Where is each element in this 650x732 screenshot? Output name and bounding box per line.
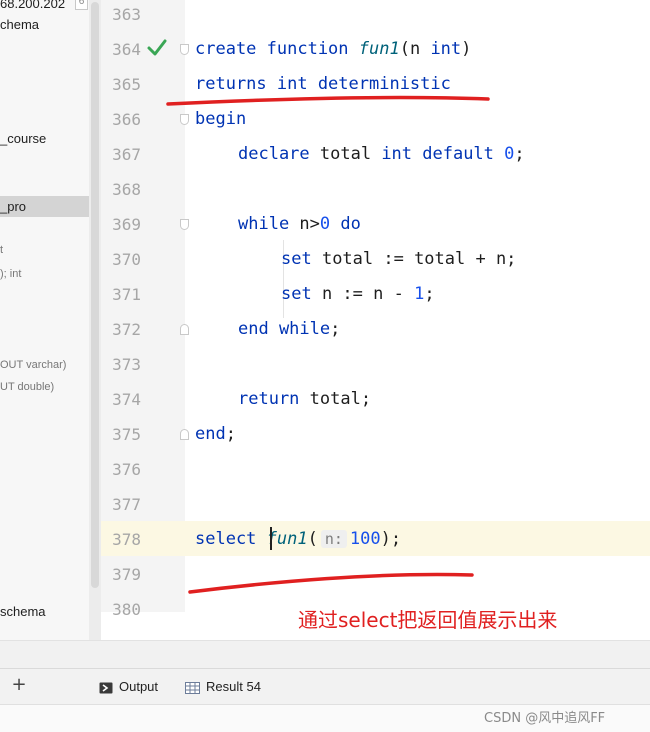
code-line-378[interactable]: select fun1(n: 100); xyxy=(195,522,401,557)
tab-output[interactable]: Output xyxy=(99,676,158,698)
tree-item-procedure-out-double[interactable]: UT double) xyxy=(0,378,89,396)
horizontal-scrollbar[interactable] xyxy=(0,640,650,669)
code-line-367[interactable]: declare total int default 0; xyxy=(238,137,525,172)
line-number: 374 xyxy=(112,390,141,409)
tree-item-host[interactable]: 68.200.202 6 xyxy=(0,0,89,13)
connection-count-badge: 6 xyxy=(75,0,88,10)
run-success-check-icon[interactable] xyxy=(146,37,168,59)
code-line-370[interactable]: set total := total + n; xyxy=(281,242,516,277)
line-number: 369 xyxy=(112,215,141,234)
fold-marker-icon[interactable] xyxy=(180,429,189,440)
parameter-hint: n: xyxy=(320,530,347,548)
line-number: 363 xyxy=(112,5,141,24)
line-number: 368 xyxy=(112,180,141,199)
line-number: 377 xyxy=(112,495,141,514)
fold-marker-icon[interactable] xyxy=(180,219,189,230)
grid-icon xyxy=(185,681,200,694)
add-button[interactable]: + xyxy=(8,673,30,697)
annotation-note: 通过select把返回值展示出来 xyxy=(298,608,558,632)
tab-result-54[interactable]: Result 54 xyxy=(185,676,261,698)
line-number: 370 xyxy=(112,250,141,269)
tree-item-pro[interactable]: _pro xyxy=(0,196,101,217)
tree-item-information-schema[interactable]: schema xyxy=(0,603,89,621)
database-tree: 68.200.202 6 chema _course _pro t ); int… xyxy=(0,0,101,640)
line-number: 380 xyxy=(112,600,141,619)
fold-marker-icon[interactable] xyxy=(180,44,189,55)
line-number: 365 xyxy=(112,75,141,94)
code-line-371[interactable]: set n := n - 1; xyxy=(281,277,435,312)
line-number: 375 xyxy=(112,425,141,444)
fold-marker-icon[interactable] xyxy=(180,324,189,335)
tree-scrollbar-thumb[interactable] xyxy=(91,2,99,588)
fold-marker-icon[interactable] xyxy=(180,114,189,125)
text-caret xyxy=(270,527,272,550)
line-number: 376 xyxy=(112,460,141,479)
line-number: 364 xyxy=(112,40,141,59)
code-line-374[interactable]: return total; xyxy=(238,382,371,417)
tree-item-procedure-out-varchar[interactable]: OUT varchar) xyxy=(0,356,89,374)
services-toolbar xyxy=(0,668,650,705)
tree-item-function-signature[interactable]: ); int xyxy=(0,265,89,283)
watermark: CSDN @风中追风FF xyxy=(484,711,606,726)
output-icon xyxy=(99,682,113,694)
code-line-372[interactable]: end while; xyxy=(238,312,340,347)
line-number: 378 xyxy=(112,530,141,549)
line-number: 373 xyxy=(112,355,141,374)
line-number: 379 xyxy=(112,565,141,584)
line-number: 371 xyxy=(112,285,141,304)
tree-item-schema[interactable]: chema xyxy=(0,16,89,34)
line-number: 367 xyxy=(112,145,141,164)
code-line-369[interactable]: while n>0 do xyxy=(238,207,361,242)
code-line-366[interactable]: begin xyxy=(195,102,246,137)
code-line-365[interactable]: returns int deterministic xyxy=(195,67,451,102)
code-line-375[interactable]: end; xyxy=(195,417,236,452)
tree-item-course[interactable]: _course xyxy=(0,130,89,148)
line-number: 366 xyxy=(112,110,141,129)
tree-item-routine[interactable]: t xyxy=(0,241,89,259)
code-line-364[interactable]: create function fun1(n int) xyxy=(195,32,471,67)
line-number: 372 xyxy=(112,320,141,339)
